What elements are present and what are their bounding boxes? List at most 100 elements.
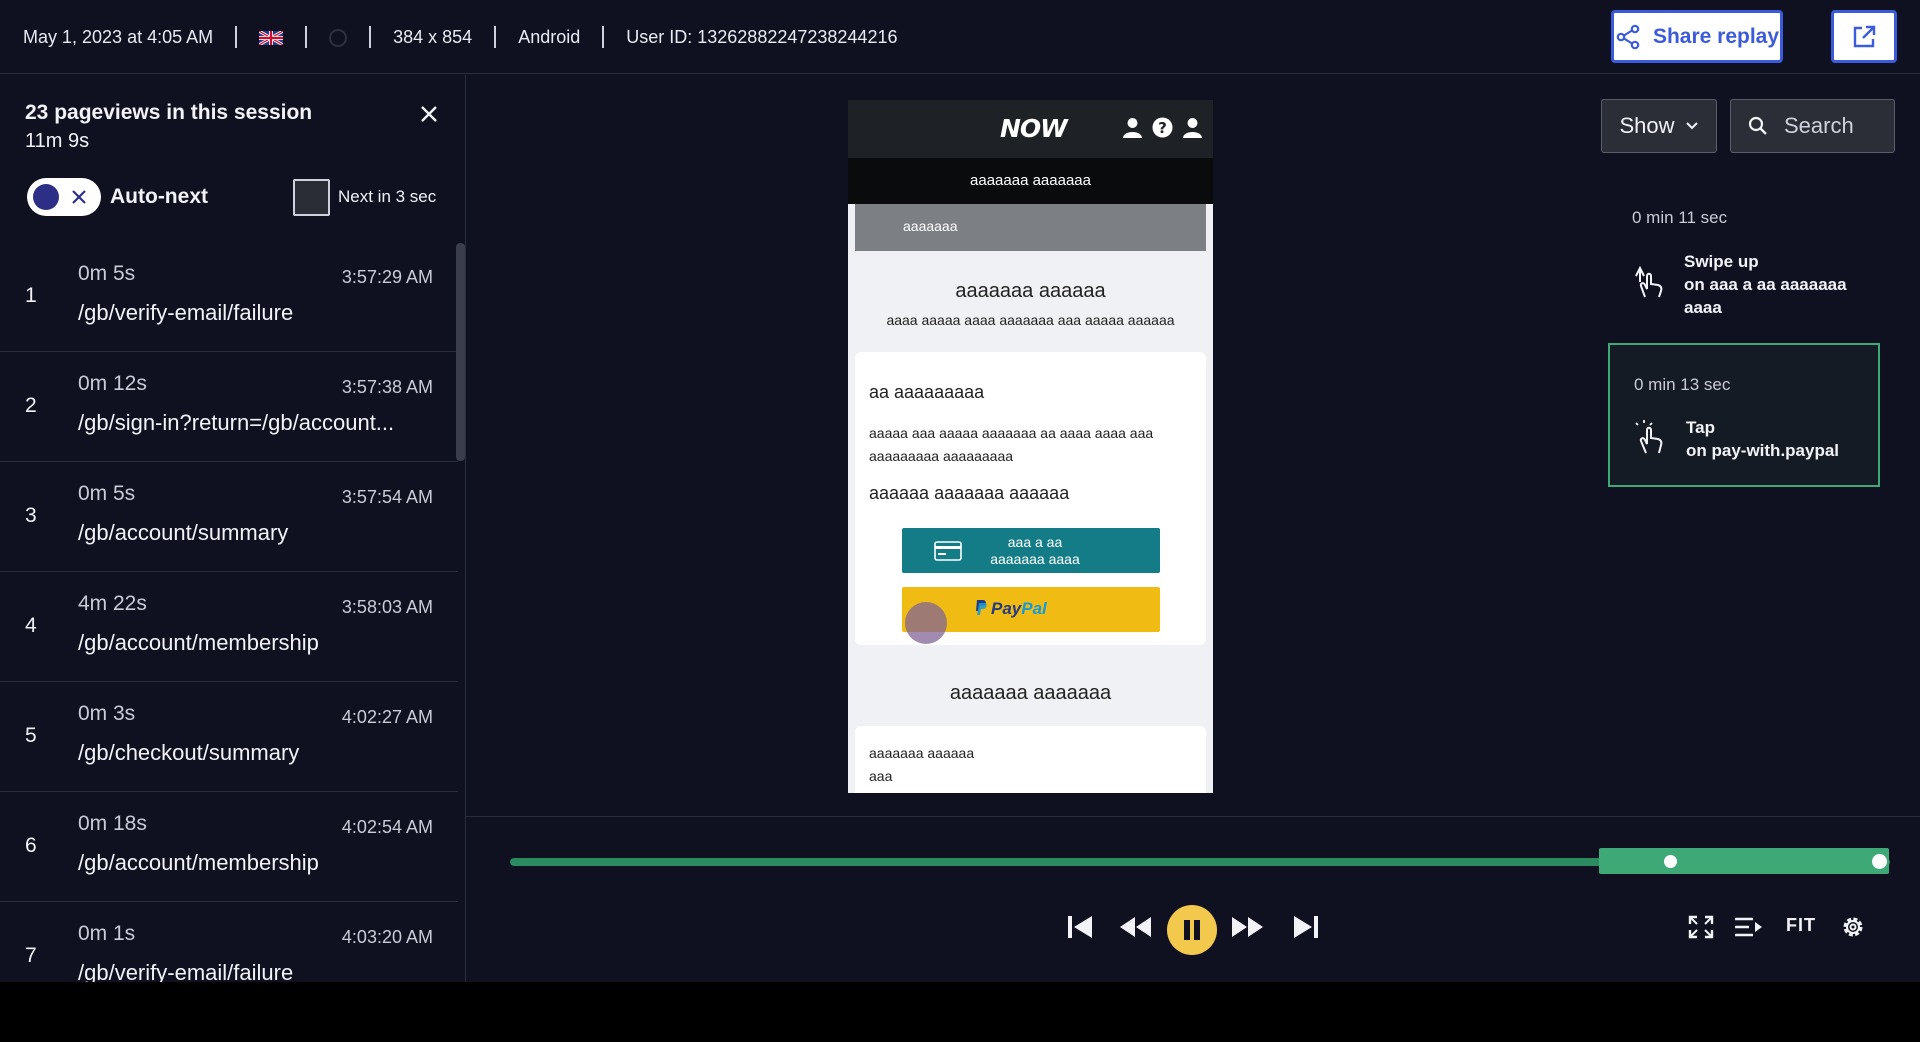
pageview-list: 1 0m 5s 3:57:29 AM /gb/verify-email/fail… bbox=[0, 242, 458, 982]
event-time: 0 min 13 sec bbox=[1634, 375, 1731, 394]
auto-next-toggle[interactable] bbox=[27, 178, 101, 216]
browser-indicator bbox=[305, 25, 369, 48]
pageview-number: 4 bbox=[25, 614, 37, 637]
event-target: on pay-with.paypal bbox=[1686, 441, 1840, 460]
uk-flag-icon bbox=[259, 30, 284, 45]
section-heading-2: aaaaaaa aaaaaaa bbox=[949, 682, 1112, 704]
app-banner: aaaaaaa bbox=[855, 204, 1206, 251]
pageview-number: 1 bbox=[25, 284, 37, 307]
pageview-time: 3:58:03 AM bbox=[341, 597, 433, 617]
pause-button[interactable] bbox=[1167, 905, 1217, 955]
payment-card-subtitle: aaaaaa aaaaaaa aaaaaa bbox=[869, 483, 1070, 503]
show-filter-dropdown[interactable]: Show bbox=[1601, 99, 1717, 153]
pageview-time: 4:02:27 AM bbox=[341, 707, 433, 727]
pageviews-panel: 23 pageviews in this session 11m 9s Auto… bbox=[0, 75, 466, 982]
country-flag bbox=[235, 25, 305, 48]
section-heading: aaaaaaa aaaaaa bbox=[955, 280, 1106, 302]
timeline-divider bbox=[466, 816, 1920, 817]
close-icon[interactable] bbox=[418, 103, 440, 125]
event-item[interactable]: 0 min 11 sec Swipe up on aaa a aa aaaaaa… bbox=[1608, 202, 1880, 322]
app-subheader: aaaaaaa aaaaaaa bbox=[848, 158, 1213, 204]
pause-icon bbox=[1184, 920, 1200, 940]
playhead-handle[interactable] bbox=[1870, 852, 1889, 871]
paypal-pay-text: Pay bbox=[991, 599, 1022, 618]
pageview-path: /gb/account/membership bbox=[78, 630, 319, 655]
circle-icon bbox=[329, 28, 348, 47]
pageview-number: 5 bbox=[25, 724, 37, 747]
chevron-down-icon bbox=[1685, 122, 1698, 130]
svg-text:?: ? bbox=[1158, 119, 1167, 137]
pageview-duration: 0m 5s bbox=[78, 482, 136, 505]
section-subtext: aaaa aaaaa aaaa aaaaaaa aaa aaaaa aaaaaa bbox=[886, 312, 1175, 328]
gear-icon[interactable] bbox=[1839, 907, 1867, 947]
fit-button[interactable]: FIT bbox=[1786, 915, 1816, 936]
pageview-path: /gb/sign-in?return=/gb/account... bbox=[78, 410, 395, 435]
external-link-icon bbox=[1853, 25, 1876, 47]
pageview-duration: 0m 5s bbox=[78, 262, 136, 285]
pageview-number: 7 bbox=[25, 944, 37, 967]
pageview-duration: 0m 1s bbox=[78, 922, 136, 945]
list-item[interactable]: 2 0m 12s 3:57:38 AM /gb/sign-in?return=/… bbox=[0, 352, 458, 462]
payment-card-text: aaaaa aaa aaaaa aaaaaaa aa aaaa aaaa aaa… bbox=[869, 425, 1154, 464]
event-action: Swipe up bbox=[1684, 252, 1759, 271]
user-id: User ID: 13262882247238244216 bbox=[602, 25, 919, 48]
payment-card-title: aa aaaaaaaaa bbox=[869, 382, 985, 402]
session-duration: 11m 9s bbox=[25, 130, 90, 152]
list-item[interactable]: 3 0m 5s 3:57:54 AM /gb/account/summary bbox=[0, 462, 458, 572]
rewind-icon[interactable] bbox=[1118, 907, 1154, 947]
pay-with-card-button[interactable]: aaa a aa aaaaaaa aaaa bbox=[902, 528, 1160, 573]
pageview-time: 3:57:38 AM bbox=[341, 377, 433, 397]
share-replay-button[interactable]: Share replay bbox=[1611, 10, 1783, 63]
credit-card-icon bbox=[934, 541, 962, 561]
fullscreen-icon[interactable] bbox=[1688, 907, 1714, 947]
fast-forward-icon[interactable] bbox=[1229, 907, 1265, 947]
show-label: Show bbox=[1619, 113, 1675, 138]
pageview-time: 3:57:29 AM bbox=[341, 267, 433, 287]
user-icon bbox=[1123, 118, 1142, 138]
search-input[interactable]: Search bbox=[1730, 99, 1895, 153]
event-marker[interactable] bbox=[1664, 855, 1677, 868]
open-external-button[interactable] bbox=[1831, 10, 1897, 63]
swipe-up-icon bbox=[1635, 265, 1663, 298]
timeline-highlight[interactable] bbox=[1599, 848, 1889, 874]
pageview-path: /gb/verify-email/failure bbox=[78, 960, 294, 982]
playlist-icon[interactable] bbox=[1733, 907, 1763, 947]
list-item[interactable]: 4 4m 22s 3:58:03 AM /gb/account/membersh… bbox=[0, 572, 458, 682]
help-icon: ? bbox=[1152, 117, 1173, 138]
event-item-active[interactable]: 0 min 13 sec Tap on pay-with.paypal bbox=[1608, 343, 1880, 487]
summary-line-1: aaaaaaa aaaaaa bbox=[869, 745, 975, 761]
pageview-number: 2 bbox=[25, 394, 37, 417]
list-item[interactable]: 7 0m 1s 4:03:20 AM /gb/verify-email/fail… bbox=[0, 902, 458, 982]
next-checkbox[interactable] bbox=[293, 179, 330, 216]
pageview-duration: 0m 3s bbox=[78, 702, 136, 725]
pageview-duration: 0m 18s bbox=[78, 812, 147, 835]
pageview-time: 3:57:54 AM bbox=[341, 487, 433, 507]
replay-viewport: NOW ? aaaaaaa aaaaaaa aaaaaaa aaaaaaa aa… bbox=[848, 100, 1213, 793]
list-scrollbar[interactable] bbox=[456, 243, 465, 461]
summary-line-2: aaa bbox=[869, 768, 893, 784]
list-item[interactable]: 5 0m 3s 4:02:27 AM /gb/checkout/summary bbox=[0, 682, 458, 792]
paypal-logo-text: PayPal bbox=[991, 599, 1047, 619]
list-item[interactable]: 6 0m 18s 4:02:54 AM /gb/account/membersh… bbox=[0, 792, 458, 902]
list-item[interactable]: 1 0m 5s 3:57:29 AM /gb/verify-email/fail… bbox=[0, 242, 458, 352]
payment-card: aa aaaaaaaaa aaaaa aaa aaaaa aaaaaaa aa … bbox=[855, 352, 1206, 645]
pageview-number: 3 bbox=[25, 504, 37, 527]
session-title: 23 pageviews in this session bbox=[25, 101, 313, 124]
next-countdown-label: Next in 3 sec bbox=[338, 187, 437, 206]
pay-with-card-label: aaa a aa aaaaaaa aaaa bbox=[990, 534, 1080, 567]
event-action: Tap bbox=[1686, 418, 1715, 437]
auto-next-label: Auto-next bbox=[110, 185, 208, 208]
skip-back-icon[interactable] bbox=[1064, 907, 1096, 947]
event-target: on aaa a aa aaaaaaa aaaa bbox=[1684, 275, 1847, 317]
paypal-icon bbox=[976, 600, 987, 615]
account-icon bbox=[1183, 118, 1202, 138]
session-info-bar: May 1, 2023 at 4:05 AM 384 x 854 Android… bbox=[0, 0, 1920, 74]
skip-forward-icon[interactable] bbox=[1290, 907, 1322, 947]
x-icon bbox=[72, 190, 86, 204]
pageview-duration: 4m 22s bbox=[78, 592, 147, 615]
pageview-path: /gb/account/membership bbox=[78, 850, 319, 875]
pageview-path: /gb/account/summary bbox=[78, 520, 289, 545]
pageview-duration: 0m 12s bbox=[78, 372, 147, 395]
share-replay-label: Share replay bbox=[1652, 24, 1780, 48]
pageview-time: 4:02:54 AM bbox=[341, 817, 433, 837]
